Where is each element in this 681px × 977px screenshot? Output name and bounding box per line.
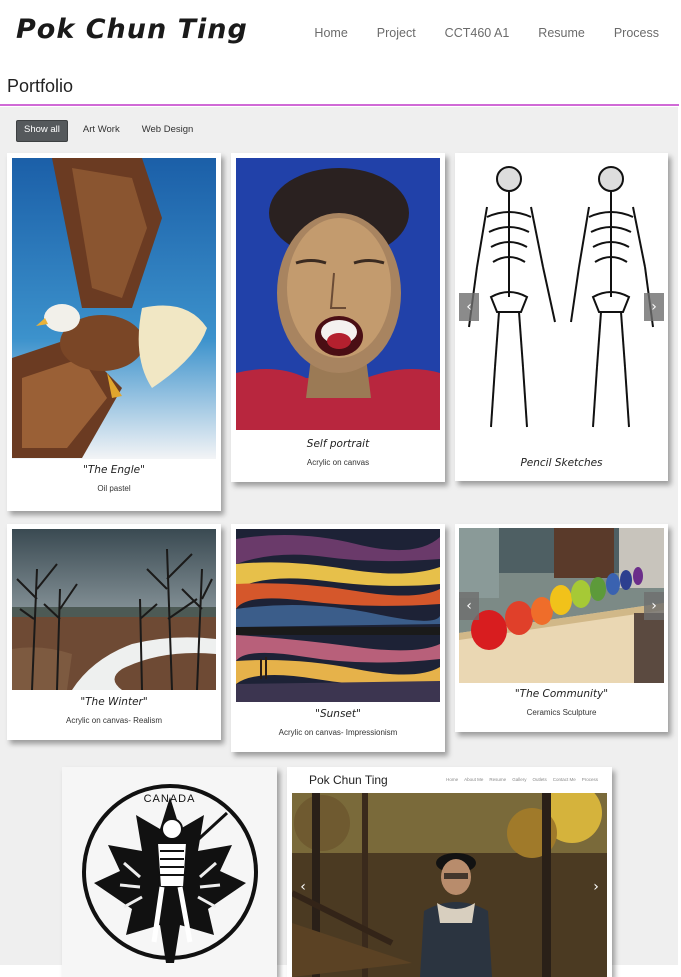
filter-art-work-button[interactable]: Art Work bbox=[76, 120, 127, 140]
self-portrait-image[interactable] bbox=[236, 158, 440, 430]
sunset-painting-image[interactable] bbox=[236, 529, 440, 702]
portfolio-grid: Show all Art Work Web Design "The Engle"… bbox=[0, 107, 678, 977]
card-subtitle: Acrylic on canvas- Realism bbox=[65, 716, 163, 725]
carousel-prev-button[interactable]: ‹ bbox=[459, 293, 479, 321]
nav-home[interactable]: Home bbox=[314, 26, 347, 40]
website-preview-nav-item: Home bbox=[446, 777, 459, 782]
filter-web-design-button[interactable]: Web Design bbox=[135, 120, 201, 140]
carousel-prev-button[interactable]: ‹ bbox=[293, 873, 313, 901]
portfolio-card-self-portrait[interactable]: Self portrait Acrylic on canvas bbox=[231, 153, 445, 482]
nav-project[interactable]: Project bbox=[377, 26, 416, 40]
website-photo-image[interactable] bbox=[292, 793, 607, 977]
website-preview-title: Pok Chun Ting bbox=[309, 773, 388, 787]
card-title: Pencil Sketches bbox=[520, 457, 603, 469]
filter-bar: Show all Art Work Web Design bbox=[16, 120, 208, 142]
card-title: "Sunset" bbox=[315, 708, 361, 720]
carousel-next-button[interactable]: › bbox=[644, 293, 664, 321]
card-title: "The Community" bbox=[514, 688, 609, 700]
ceramics-photo-image[interactable] bbox=[459, 528, 664, 683]
website-preview-nav-item: About Me bbox=[464, 777, 484, 782]
page-title: Portfolio bbox=[7, 76, 74, 96]
card-title: "The Engle" bbox=[83, 464, 145, 476]
portfolio-card-winter[interactable]: "The Winter" Acrylic on canvas- Realism bbox=[7, 524, 221, 740]
portfolio-card-canada-print[interactable]: CANADA bbox=[62, 767, 277, 977]
portfolio-card-engle[interactable]: "The Engle" Oil pastel bbox=[7, 153, 221, 511]
card-subtitle: Oil pastel bbox=[97, 484, 131, 493]
website-preview-nav-item: Gallery bbox=[512, 777, 527, 782]
filter-show-all-button[interactable]: Show all bbox=[16, 120, 68, 142]
portfolio-card-pencil-sketches[interactable]: ‹ › Pencil Sketches bbox=[455, 153, 668, 481]
site-logo[interactable]: Pok Chun Ting bbox=[16, 14, 248, 45]
carousel-next-button[interactable]: › bbox=[586, 873, 606, 901]
website-preview-nav-item: Resume bbox=[489, 777, 507, 782]
title-divider bbox=[0, 104, 679, 106]
carousel-next-button[interactable]: › bbox=[644, 592, 664, 620]
website-preview-nav: Home About Me Resume Gallery Outlets Con… bbox=[440, 777, 598, 782]
winter-painting-image[interactable] bbox=[12, 529, 216, 690]
portfolio-card-community[interactable]: ‹ › "The Community" Ceramics Sculpture bbox=[455, 524, 668, 732]
website-preview-nav-item: Process bbox=[581, 777, 598, 782]
nav-resume[interactable]: Resume bbox=[538, 26, 585, 40]
portfolio-card-sunset[interactable]: "Sunset" Acrylic on canvas- Impressionis… bbox=[231, 524, 445, 752]
carousel-prev-button[interactable]: ‹ bbox=[459, 592, 479, 620]
main-nav: Home Project CCT460 A1 Resume Process bbox=[285, 26, 659, 40]
eagle-artwork-image[interactable] bbox=[12, 158, 216, 459]
nav-cct460-a1[interactable]: CCT460 A1 bbox=[445, 26, 510, 40]
skeleton-sketch-image[interactable] bbox=[459, 157, 664, 443]
portfolio-card-website[interactable]: Pok Chun Ting Home About Me Resume Galle… bbox=[287, 767, 612, 977]
card-subtitle: Acrylic on canvas- Impressionism bbox=[278, 728, 398, 737]
website-preview-nav-item: Contact Me bbox=[552, 777, 576, 782]
card-title: "The Winter" bbox=[80, 696, 148, 708]
canada-text-label: CANADA bbox=[143, 793, 196, 805]
nav-process[interactable]: Process bbox=[614, 26, 659, 40]
card-subtitle: Acrylic on canvas bbox=[306, 458, 370, 467]
website-preview-header: Pok Chun Ting Home About Me Resume Galle… bbox=[287, 767, 612, 793]
card-subtitle: Ceramics Sculpture bbox=[526, 708, 597, 717]
site-header: Pok Chun Ting Home Project CCT460 A1 Res… bbox=[0, 0, 681, 70]
website-preview-nav-item: Outlets bbox=[532, 777, 547, 782]
card-title: Self portrait bbox=[306, 438, 370, 450]
canada-linocut-image[interactable]: CANADA bbox=[62, 767, 277, 977]
